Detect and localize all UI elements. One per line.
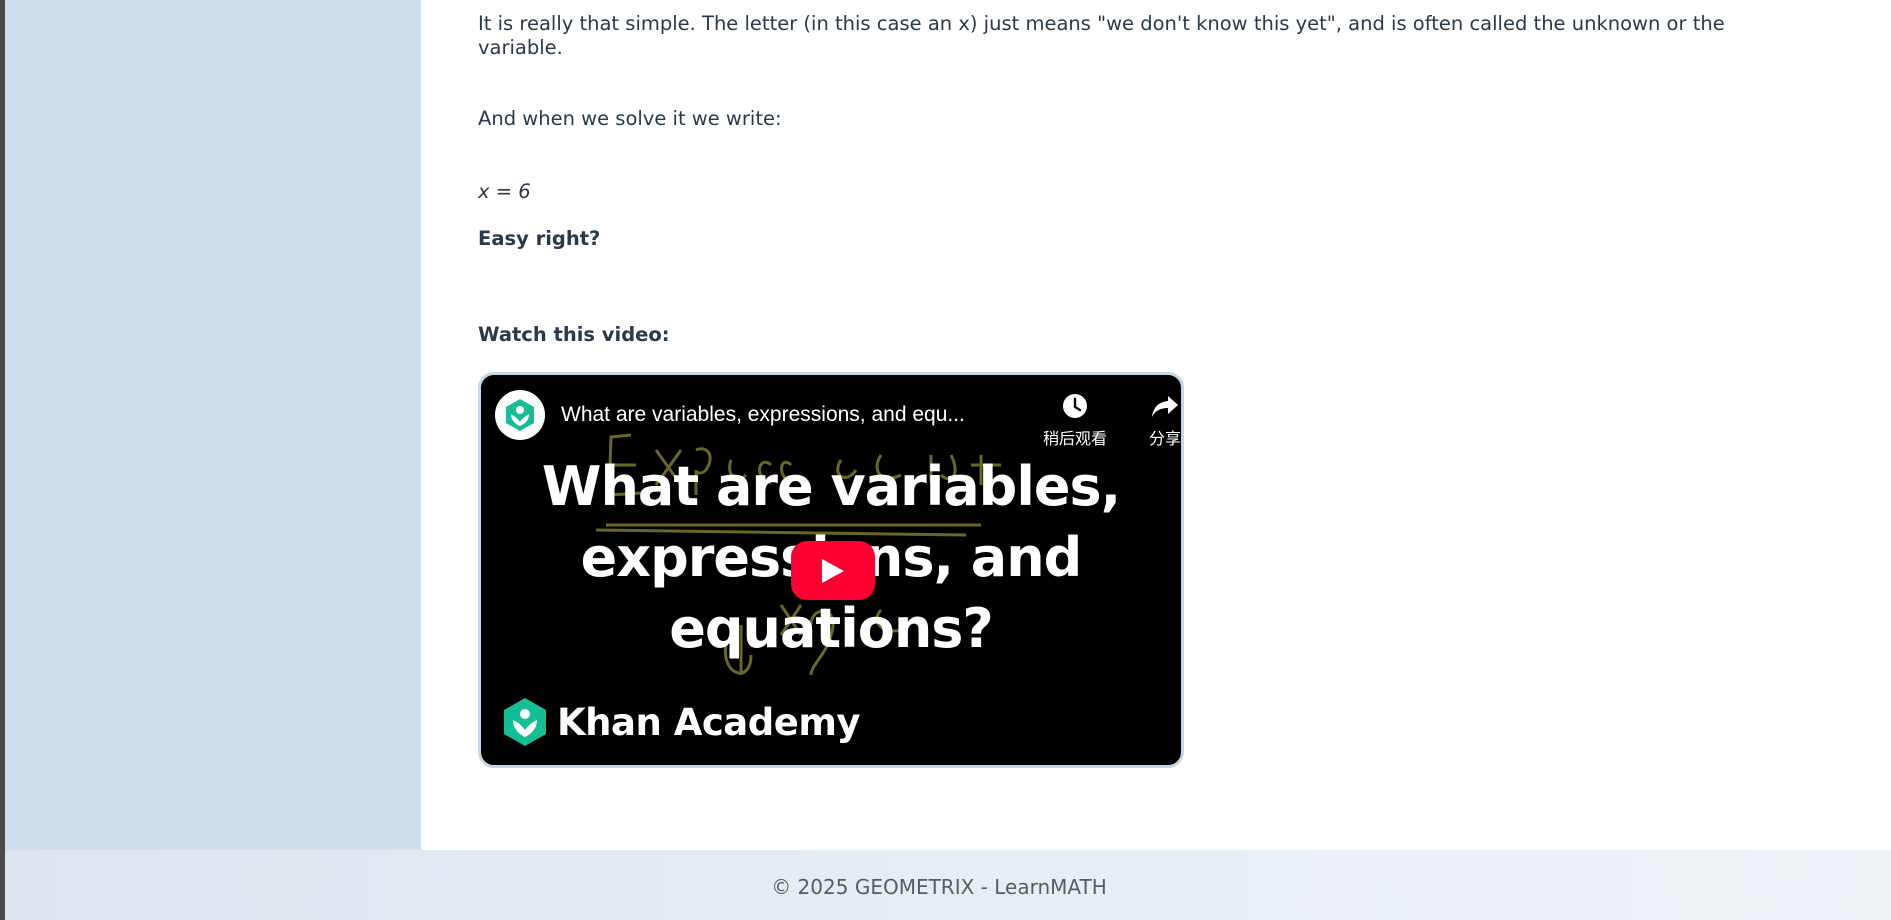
youtube-video-embed[interactable]: What are variables, expressions, and equ… [478, 372, 1184, 768]
khan-academy-hex-logo-icon [504, 698, 546, 746]
khan-academy-brand-name: Khan Academy [557, 700, 861, 744]
emphasis-easy-right: Easy right? [478, 227, 601, 250]
khan-academy-logo-icon [506, 399, 534, 431]
paragraph-solve-intro: And when we solve it we write: [478, 107, 782, 130]
play-button[interactable] [791, 541, 875, 600]
watch-later-label: 稍后观看 [1042, 431, 1107, 448]
play-icon [822, 558, 844, 583]
clock-icon [1063, 394, 1087, 418]
footer: © 2025 GEOMETRIX - LearnMATH [5, 850, 1891, 920]
footer-copyright: © 2025 GEOMETRIX - LearnMATH [771, 875, 1107, 899]
khan-academy-channel-avatar[interactable] [495, 390, 545, 440]
khan-academy-watermark: Khan Academy [503, 697, 861, 747]
share-label: 分享 [1148, 431, 1181, 448]
paragraph-variable-explanation: It is really that simple. The letter (in… [478, 12, 1725, 59]
video-header: What are variables, expressions, and equ… [495, 389, 993, 441]
share-arrow-icon [1152, 396, 1178, 417]
thumbnail-title-line: equations? [669, 597, 994, 660]
sidebar [5, 0, 421, 850]
share-button[interactable]: 分享 [1125, 391, 1181, 449]
equation-solution: x = 6 [478, 180, 531, 203]
watch-video-heading: Watch this video: [478, 323, 670, 346]
page: It is really that simple. The letter (in… [0, 0, 1891, 920]
video-title[interactable]: What are variables, expressions, and equ… [561, 403, 993, 427]
thumbnail-title-line: What are variables, [541, 455, 1121, 518]
watch-later-button[interactable]: 稍后观看 [1035, 391, 1115, 449]
